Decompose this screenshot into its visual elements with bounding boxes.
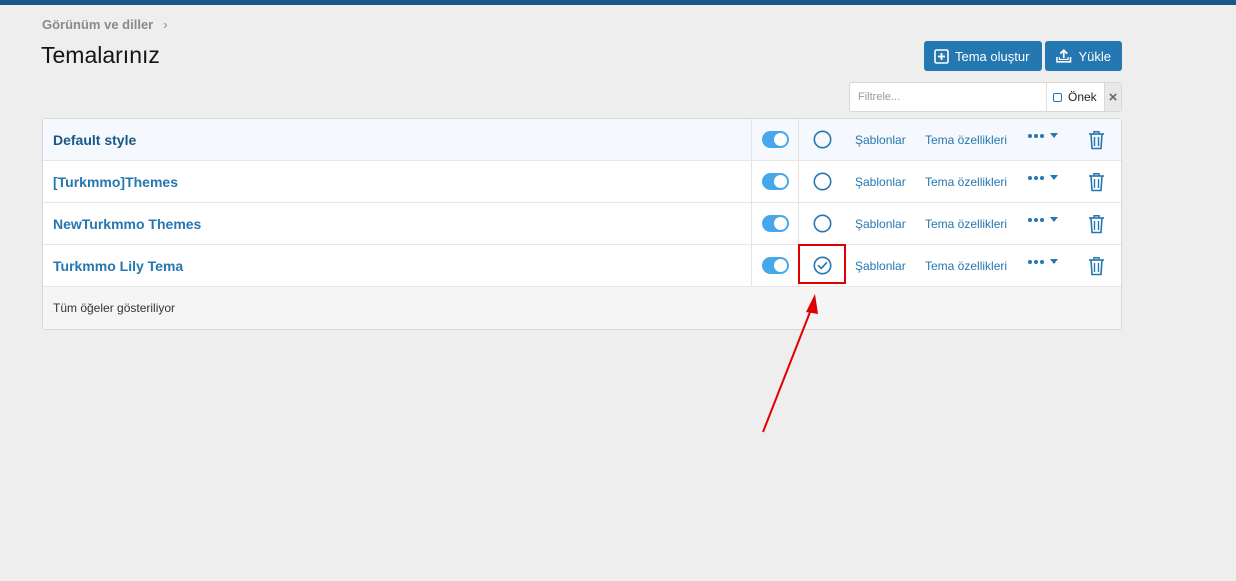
enabled-toggle[interactable] (762, 173, 789, 190)
default-radio-icon[interactable] (813, 130, 832, 149)
theme-properties-link[interactable]: Tema özellikleri (925, 245, 1007, 287)
ellipsis-icon (1028, 133, 1032, 138)
trash-icon[interactable] (1088, 172, 1105, 192)
templates-link[interactable]: Şablonlar (855, 203, 906, 245)
plus-square-icon (934, 48, 949, 64)
trash-icon[interactable] (1088, 256, 1105, 276)
caret-down-icon (1050, 175, 1058, 180)
theme-title-link[interactable]: [Turkmmo]Themes (53, 161, 178, 203)
cell-divider (798, 203, 799, 244)
top-bar (0, 0, 1236, 5)
cell-divider (798, 161, 799, 202)
enabled-toggle[interactable] (762, 131, 789, 148)
checkbox-icon[interactable] (1053, 92, 1062, 102)
theme-row: Default style Şablonlar Tema özellikleri (43, 119, 1121, 161)
cell-divider (798, 119, 799, 160)
default-radio-icon[interactable] (813, 214, 832, 233)
cell-divider (751, 161, 752, 202)
theme-list: Default style Şablonlar Tema özellikleri… (42, 118, 1122, 330)
breadcrumb-link[interactable]: Görünüm ve diller (42, 17, 153, 32)
theme-title-link[interactable]: Turkmmo Lily Tema (53, 245, 183, 287)
more-menu-button[interactable] (1028, 133, 1058, 138)
theme-properties-link[interactable]: Tema özellikleri (925, 119, 1007, 161)
trash-icon[interactable] (1088, 130, 1105, 150)
list-footer-text: Tüm öğeler gösteriliyor (53, 301, 176, 315)
templates-link[interactable]: Şablonlar (855, 119, 906, 161)
create-theme-button[interactable]: Tema oluştur (924, 41, 1042, 71)
breadcrumb[interactable]: Görünüm ve diller › (42, 17, 168, 32)
annotation-highlight-box (798, 244, 846, 284)
chevron-right-icon: › (163, 17, 168, 32)
templates-link[interactable]: Şablonlar (855, 161, 906, 203)
more-menu-button[interactable] (1028, 175, 1058, 180)
enabled-toggle[interactable] (762, 257, 789, 274)
create-theme-label: Tema oluştur (955, 48, 1030, 64)
theme-title-link[interactable]: Default style (53, 119, 136, 161)
trash-icon[interactable] (1088, 214, 1105, 234)
upload-icon (1056, 49, 1072, 63)
cell-divider (751, 119, 752, 160)
theme-row: [Turkmmo]Themes Şablonlar Tema özellikle… (43, 161, 1121, 203)
upload-label: Yükle (1078, 48, 1111, 64)
more-menu-button[interactable] (1028, 217, 1058, 222)
caret-down-icon (1050, 259, 1058, 264)
list-footer: Tüm öğeler gösteriliyor (43, 287, 1121, 329)
ellipsis-icon (1028, 259, 1032, 264)
default-radio-icon[interactable] (813, 172, 832, 191)
theme-title-link[interactable]: NewTurkmmo Themes (53, 203, 201, 245)
page-title: Temalarınız (41, 42, 160, 68)
ellipsis-icon (1028, 217, 1032, 222)
templates-link[interactable]: Şablonlar (855, 245, 906, 287)
enabled-toggle[interactable] (762, 215, 789, 232)
filter-bar: Önek × (849, 82, 1122, 112)
theme-row: NewTurkmmo Themes Şablonlar Tema özellik… (43, 203, 1121, 245)
prefix-label: Önek (1068, 90, 1097, 104)
cell-divider (751, 203, 752, 244)
ellipsis-icon (1028, 175, 1032, 180)
prefix-checkbox[interactable]: Önek (1046, 83, 1104, 111)
caret-down-icon (1050, 133, 1058, 138)
theme-properties-link[interactable]: Tema özellikleri (925, 203, 1007, 245)
upload-button[interactable]: Yükle (1045, 41, 1122, 71)
theme-row: Turkmmo Lily Tema Şablonlar Tema özellik… (43, 245, 1121, 287)
theme-properties-link[interactable]: Tema özellikleri (925, 161, 1007, 203)
more-menu-button[interactable] (1028, 259, 1058, 264)
cell-divider (751, 245, 752, 286)
caret-down-icon (1050, 217, 1058, 222)
filter-input[interactable] (850, 83, 1046, 111)
clear-filter-button[interactable]: × (1104, 83, 1121, 111)
